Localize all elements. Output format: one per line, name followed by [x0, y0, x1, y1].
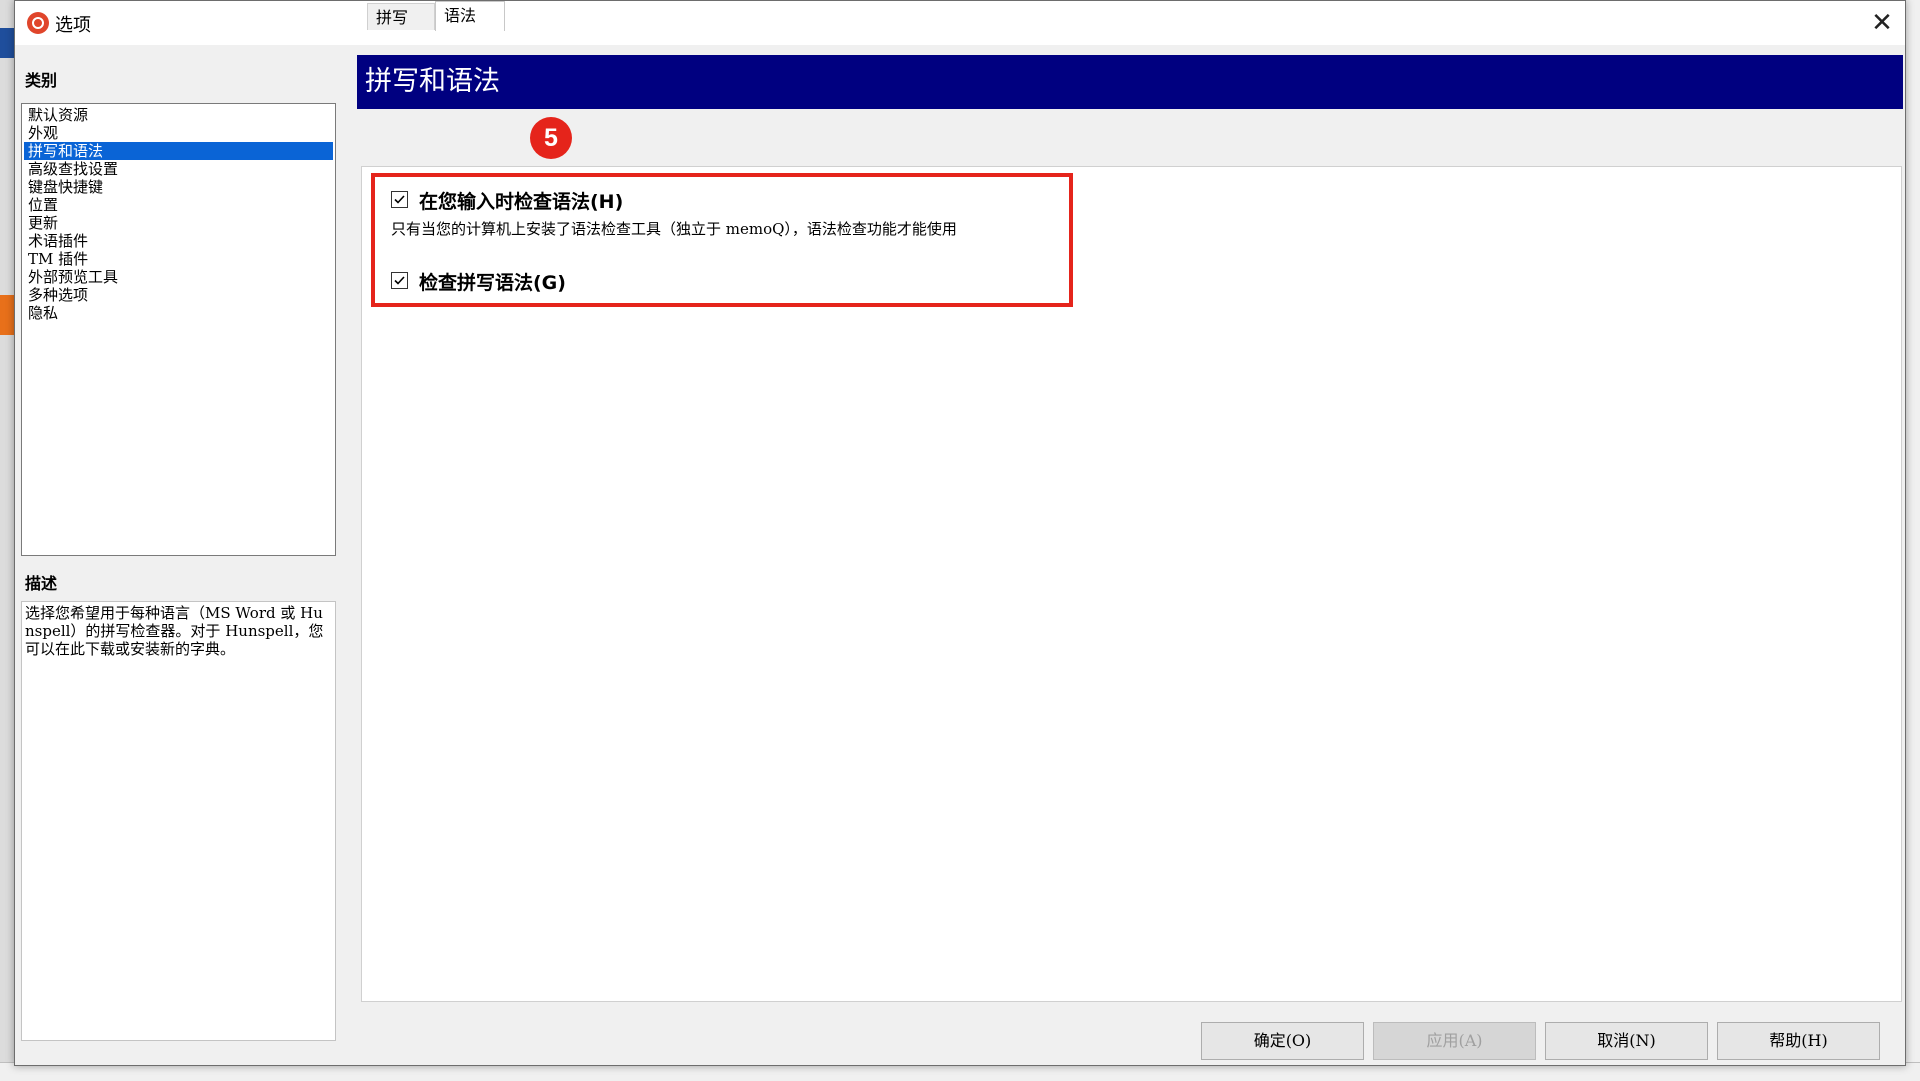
category-item-misc-options[interactable]: 多种选项 — [24, 286, 333, 304]
check-spelling-grammar-label[interactable]: 检查拼写语法(G) — [419, 268, 566, 295]
description-heading: 描述 — [25, 576, 58, 593]
tab-grammar[interactable]: 语法 — [435, 1, 505, 31]
help-button[interactable]: 帮助(H) — [1717, 1022, 1880, 1060]
category-item-default-resources[interactable]: 默认资源 — [24, 106, 333, 124]
tab-spelling[interactable]: 拼写 — [367, 3, 435, 30]
window-title: 选项 — [55, 15, 91, 36]
check-spelling-grammar-checkbox[interactable] — [391, 272, 408, 289]
close-button[interactable]: ✕ — [1859, 1, 1905, 45]
page-title: 拼写和语法 — [357, 55, 1903, 109]
checkmark-icon — [394, 195, 405, 204]
options-dialog: 选项 ✕ 类别 默认资源 外观 拼写和语法 高级查找设置 键盘快捷键 位置 更新… — [14, 0, 1906, 1066]
ok-button[interactable]: 确定(O) — [1201, 1022, 1364, 1060]
title-bar: 选项 ✕ — [15, 1, 1905, 45]
step-badge: 5 — [530, 117, 572, 159]
background-app-accent — [0, 295, 14, 335]
checkmark-icon — [394, 276, 405, 285]
memoq-app-icon — [27, 12, 49, 34]
category-list[interactable]: 默认资源 外观 拼写和语法 高级查找设置 键盘快捷键 位置 更新 术语插件 TM… — [21, 103, 336, 556]
category-item-tm-plugins[interactable]: TM 插件 — [24, 250, 333, 268]
check-grammar-as-you-type-checkbox[interactable] — [391, 191, 408, 208]
category-item-updates[interactable]: 更新 — [24, 214, 333, 232]
cancel-button[interactable]: 取消(N) — [1545, 1022, 1708, 1060]
grammar-checker-note: 只有当您的计算机上安装了语法检查工具（独立于 memoQ），语法检查功能才能使用 — [391, 220, 957, 238]
category-item-term-plugins[interactable]: 术语插件 — [24, 232, 333, 250]
close-icon: ✕ — [1871, 8, 1893, 38]
background-app-edge — [1906, 0, 1920, 1080]
category-item-spelling-grammar[interactable]: 拼写和语法 — [24, 142, 333, 160]
category-item-advanced-find[interactable]: 高级查找设置 — [24, 160, 333, 178]
category-item-external-preview[interactable]: 外部预览工具 — [24, 268, 333, 286]
categories-heading: 类别 — [25, 73, 58, 90]
apply-button[interactable]: 应用(A) — [1373, 1022, 1536, 1060]
category-item-privacy[interactable]: 隐私 — [24, 304, 333, 322]
background-app-strip — [0, 28, 14, 58]
check-grammar-as-you-type-label[interactable]: 在您输入时检查语法(H) — [419, 187, 623, 214]
category-item-appearance[interactable]: 外观 — [24, 124, 333, 142]
category-item-keyboard-shortcuts[interactable]: 键盘快捷键 — [24, 178, 333, 196]
description-text: 选择您希望用于每种语言（MS Word 或 Hunspell）的拼写检查器。对于… — [21, 601, 336, 1041]
category-item-locations[interactable]: 位置 — [24, 196, 333, 214]
